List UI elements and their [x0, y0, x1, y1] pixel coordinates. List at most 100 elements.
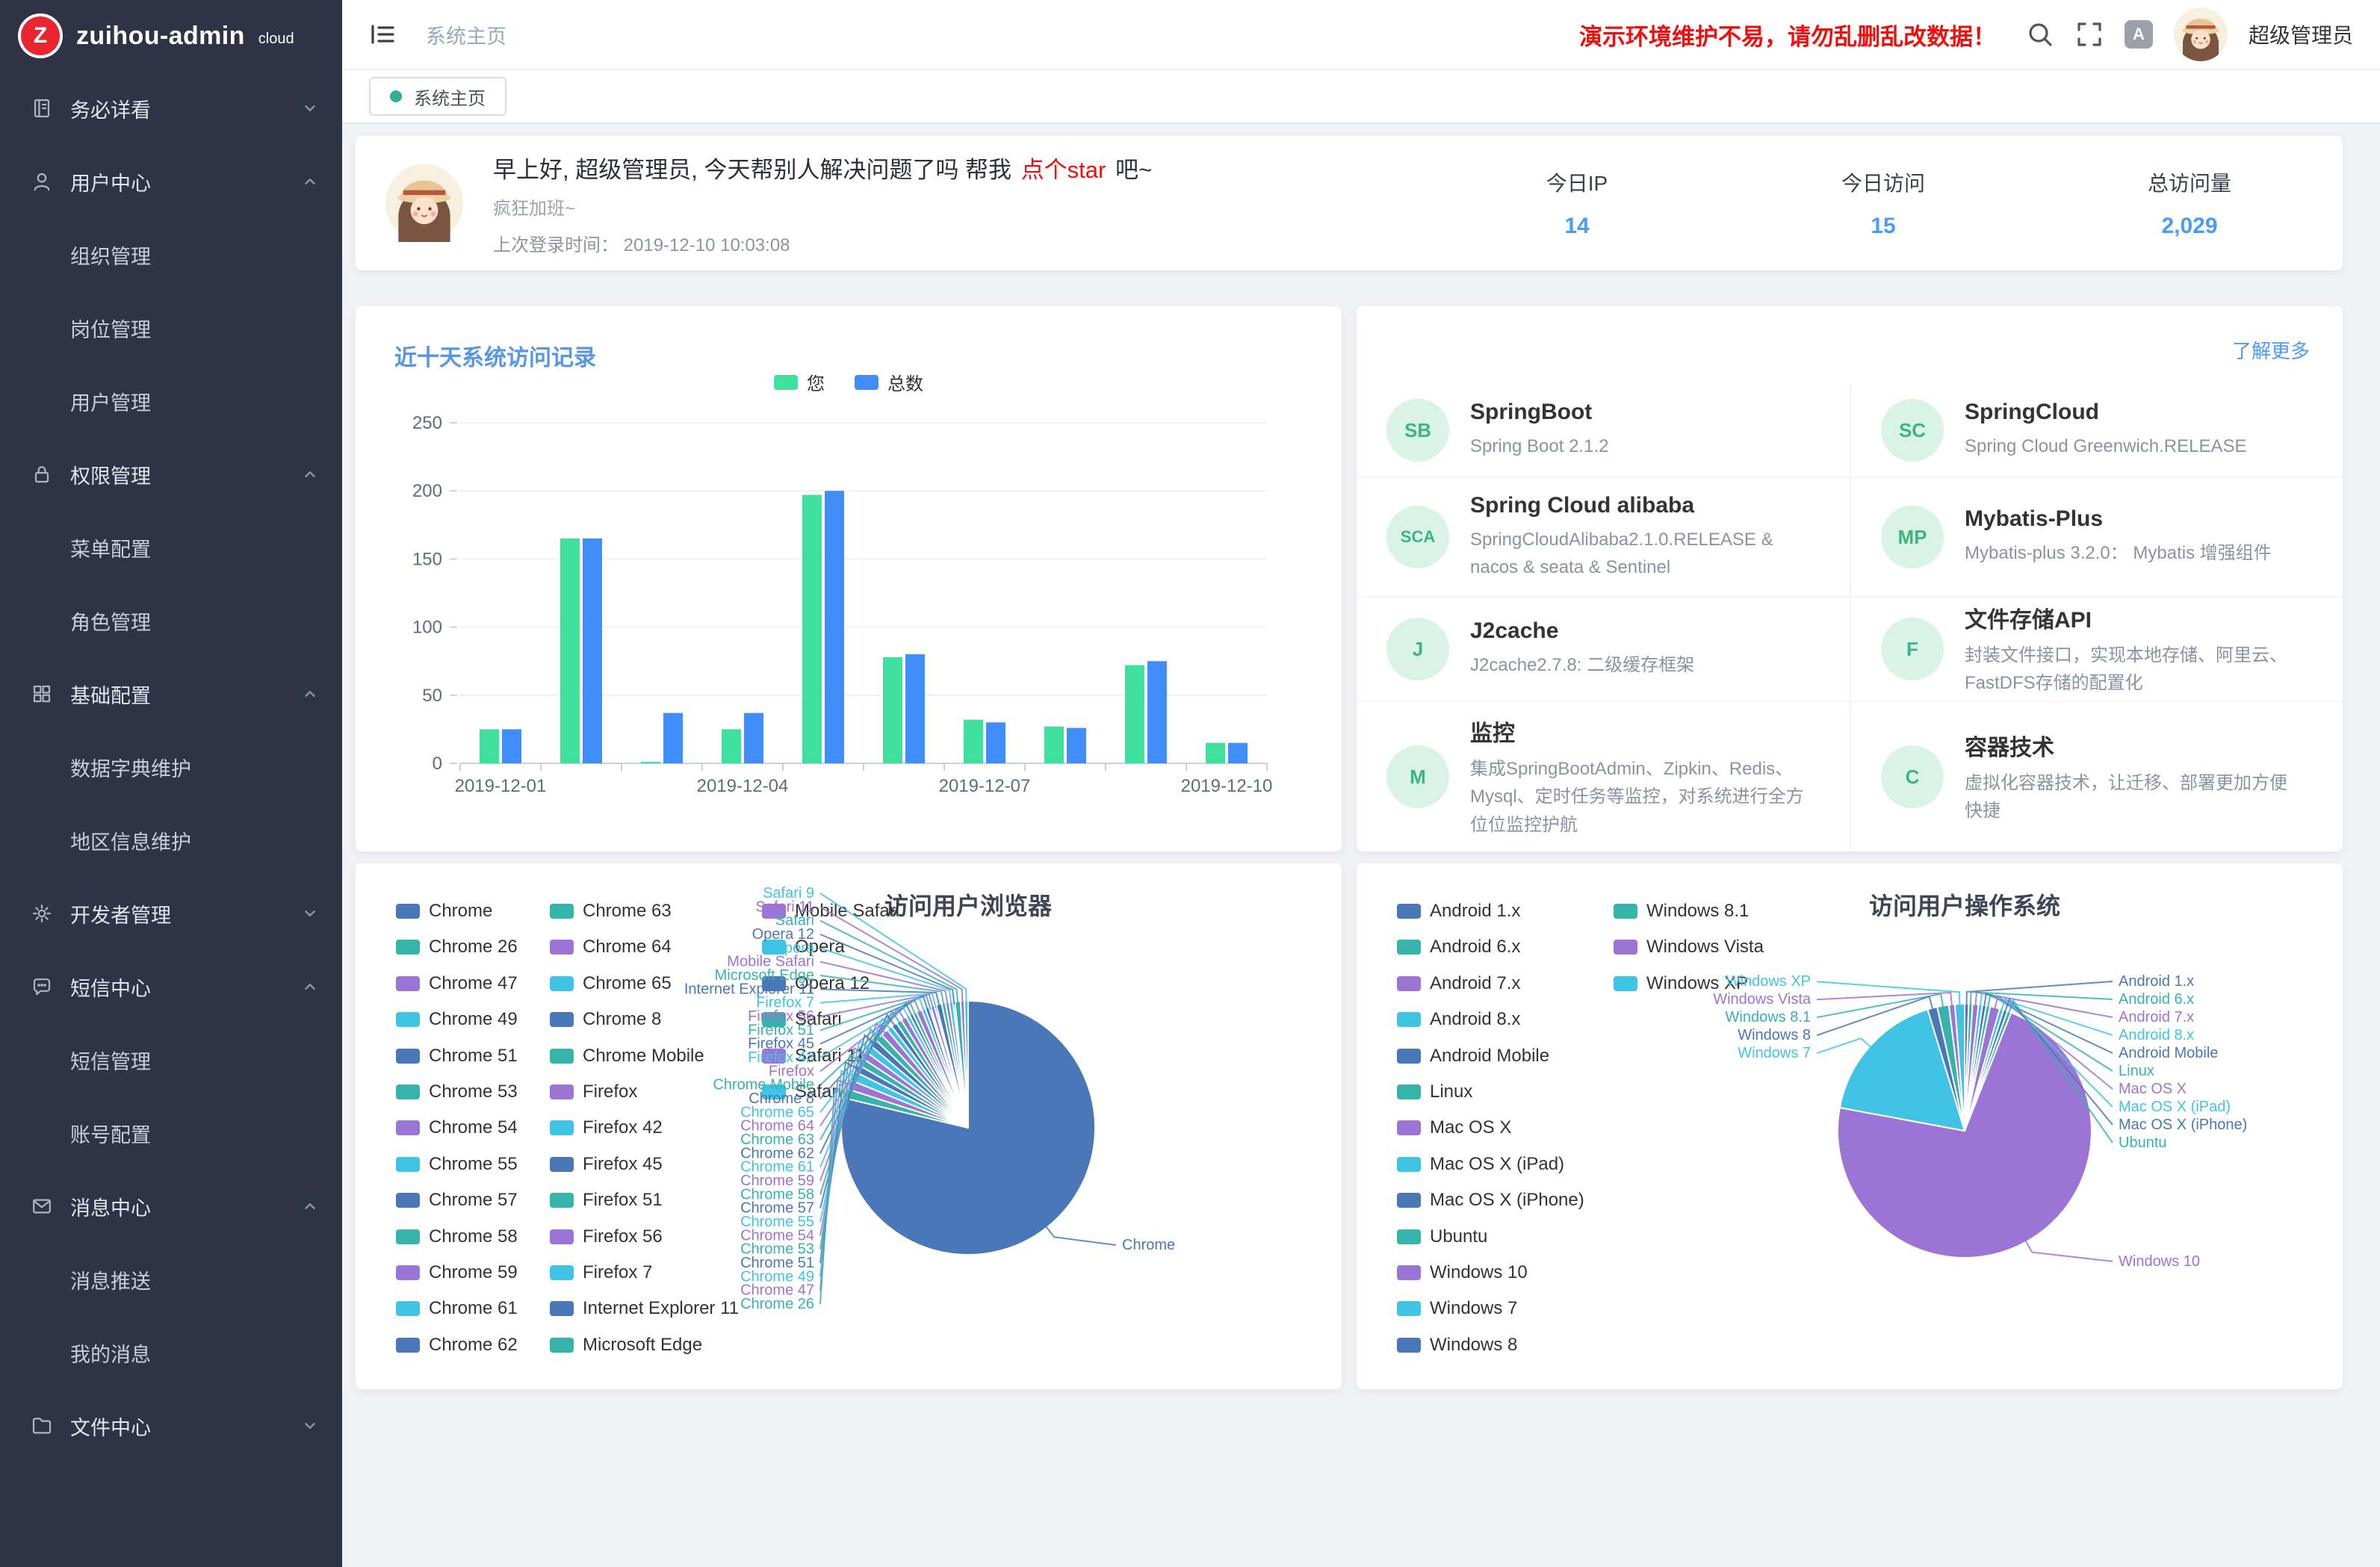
- sidebar-item[interactable]: 短信中心: [0, 950, 342, 1023]
- app: Z zuihou-admin cloud 务必详看用户中心组织管理岗位管理用户管…: [0, 0, 2380, 1567]
- fullscreen-icon[interactable]: [2075, 20, 2104, 49]
- topbar: 系统主页 演示环境维护不易，请勿乱删乱改数据！ A 超级管理员: [342, 0, 2380, 70]
- tech-item: SBSpringBootSpring Boot 2.1.2: [1357, 384, 1850, 477]
- row-charts-top: 近十天系统访问记录 您总数 0501001502002502019-12-012…: [356, 306, 2343, 851]
- pie-callout-label: Windows 8.1: [1726, 1009, 1812, 1025]
- bar: [560, 539, 580, 763]
- sidebar-item[interactable]: 基础配置: [0, 657, 342, 730]
- tech-item: MPMybatis-PlusMybatis-plus 3.2.0： Mybati…: [1850, 477, 2343, 596]
- sidebar-item[interactable]: 权限管理: [0, 438, 342, 511]
- tech-badge: MP: [1881, 506, 1944, 568]
- bar: [1044, 727, 1064, 763]
- star-link[interactable]: 点个star: [1021, 157, 1106, 183]
- sidebar-item[interactable]: 消息中心: [0, 1170, 342, 1243]
- chevron-down-icon: [302, 905, 318, 922]
- bar: [663, 713, 683, 763]
- sidebar-submenu: 数据字典维护地区信息维护: [0, 730, 342, 877]
- sidebar-item[interactable]: 务必详看: [0, 72, 342, 145]
- pie-callout-label: Ubuntu: [2119, 1135, 2167, 1151]
- tabbar: 系统主页: [342, 70, 2380, 124]
- username[interactable]: 超级管理员: [2249, 19, 2353, 49]
- bar: [964, 720, 983, 763]
- y-axis-label: 250: [412, 413, 442, 433]
- x-axis-label: 2019-12-10: [1181, 776, 1273, 796]
- sidebar-item[interactable]: 开发者管理: [0, 877, 342, 950]
- sidebar-item-label: 消息中心: [70, 1192, 302, 1221]
- tech-title: SpringCloud: [1965, 400, 2262, 425]
- tech-badge: F: [1881, 618, 1944, 680]
- tech-desc: 集成SpringBootAdmin、Zipkin、Redis、Mysql、定时任…: [1470, 755, 1820, 839]
- sidebar-subitem[interactable]: 消息推送: [0, 1243, 342, 1316]
- tech-desc: SpringCloudAlibaba2.1.0.RELEASE & nacos …: [1470, 526, 1820, 581]
- chevron-down-icon: [302, 100, 318, 117]
- user-icon: [30, 170, 54, 193]
- sidebar-subitem[interactable]: 地区信息维护: [0, 804, 342, 877]
- tab-label: 系统主页: [414, 84, 486, 110]
- logo-badge: Z: [18, 13, 63, 58]
- tab-home[interactable]: 系统主页: [369, 77, 506, 116]
- pie-callout-label: Windows 8: [1738, 1027, 1811, 1043]
- demo-notice: 演示环境维护不易，请勿乱删乱改数据！: [1579, 18, 1996, 52]
- last-login: 上次登录时间： 2019-12-10 10:03:08: [493, 230, 1152, 256]
- greeting-avatar: [385, 164, 463, 242]
- notebook-icon: [30, 96, 54, 120]
- visits-chart-card: 近十天系统访问记录 您总数 0501001502002502019-12-012…: [356, 306, 1342, 851]
- y-axis-label: 150: [412, 549, 442, 569]
- user-avatar[interactable]: [2174, 7, 2228, 61]
- sidebar-subitem[interactable]: 组织管理: [0, 218, 342, 291]
- bar: [583, 539, 602, 763]
- sidebar-subitem[interactable]: 岗位管理: [0, 291, 342, 364]
- pie-callout-label: Android Mobile: [2119, 1045, 2218, 1061]
- pie-callout-label: Chrome: [1122, 1237, 1175, 1253]
- stat-total-visits: 总访问量 2,029: [2036, 136, 2343, 270]
- tech-title: Mybatis-Plus: [1965, 506, 2287, 532]
- sidebar-item[interactable]: 用户中心: [0, 145, 342, 218]
- bar: [1147, 661, 1167, 763]
- bar-chart: 0501001502002502019-12-012019-12-042019-…: [356, 306, 1342, 851]
- tech-item: C容器技术虚拟化容器技术，让迁移、部署更加方便快捷: [1850, 701, 2343, 851]
- bar: [502, 729, 521, 763]
- sidebar-submenu: 短信管理账号配置: [0, 1023, 342, 1170]
- sidebar-subitem[interactable]: 我的消息: [0, 1316, 342, 1389]
- font-size-icon[interactable]: A: [2125, 20, 2153, 49]
- sidebar-subitem[interactable]: 账号配置: [0, 1096, 342, 1170]
- sidebar-subitem[interactable]: 角色管理: [0, 584, 342, 657]
- breadcrumb[interactable]: 系统主页: [426, 20, 506, 49]
- chevron-up-icon: [302, 978, 318, 995]
- tech-desc: 虚拟化容器技术，让迁移、部署更加方便快捷: [1965, 769, 2313, 825]
- row-charts-bottom: 访问用户浏览器 ChromeChrome 26Chrome 47Chrome 4…: [356, 863, 2343, 1389]
- y-axis-label: 0: [433, 754, 442, 774]
- tech-item: SCSpringCloudSpring Cloud Greenwich.RELE…: [1850, 384, 2343, 477]
- browser-pie-chart: ChromeSafari 9Safari 11SafariOpera 12Ope…: [356, 863, 1342, 1389]
- chevron-up-icon: [302, 466, 318, 482]
- sidebar-subitem[interactable]: 短信管理: [0, 1023, 342, 1096]
- tech-badge: SC: [1881, 399, 1944, 462]
- menu-collapse-icon[interactable]: [369, 21, 396, 48]
- tech-item: JJ2cacheJ2cache2.7.8: 二级缓存框架: [1357, 596, 1850, 701]
- pie-callout-label: Windows 7: [1738, 1045, 1811, 1061]
- bar: [986, 722, 1005, 763]
- sidebar-subitem[interactable]: 用户管理: [0, 364, 342, 438]
- search-icon[interactable]: [2026, 20, 2054, 49]
- tech-desc: J2cache2.7.8: 二级缓存框架: [1470, 651, 1709, 679]
- sidebar-item[interactable]: 文件中心: [0, 1389, 342, 1462]
- logo-text: zuihou-admin: [76, 22, 245, 51]
- pie-callout-label: Mac OS X (iPad): [2119, 1099, 2231, 1115]
- sidebar-subitem[interactable]: 数据字典维护: [0, 730, 342, 804]
- folder-icon: [30, 1414, 54, 1438]
- tech-desc: Spring Boot 2.1.2: [1470, 432, 1623, 460]
- tech-item: F文件存储API封装文件接口，实现本地存储、阿里云、FastDFS存储的配置化: [1850, 596, 2343, 701]
- sidebar-item-label: 务必详看: [70, 94, 302, 123]
- tech-grid: SBSpringBootSpring Boot 2.1.2 SC SpringClo…: [1357, 384, 2343, 851]
- tech-title: Spring Cloud alibaba: [1470, 493, 1820, 518]
- learn-more-link[interactable]: 了解更多: [2232, 336, 2310, 364]
- tech-desc: 封装文件接口，实现本地存储、阿里云、FastDFS存储的配置化: [1965, 642, 2313, 697]
- lock-icon: [30, 462, 54, 486]
- sidebar-subitem[interactable]: 菜单配置: [0, 511, 342, 584]
- main-column: 系统主页 演示环境维护不易，请勿乱删乱改数据！ A 超级管理员: [342, 0, 2380, 1567]
- tech-card: 了解更多 SBSpringBootSpring Boot 2.1.2 SC Spri…: [1357, 306, 2343, 851]
- pie-callout-label: Android 1.x: [2119, 973, 2194, 990]
- pie-callout-label: Android 8.x: [2119, 1027, 2194, 1043]
- sidebar-item-label: 文件中心: [70, 1412, 302, 1441]
- sidebar-item-label: 权限管理: [70, 460, 302, 489]
